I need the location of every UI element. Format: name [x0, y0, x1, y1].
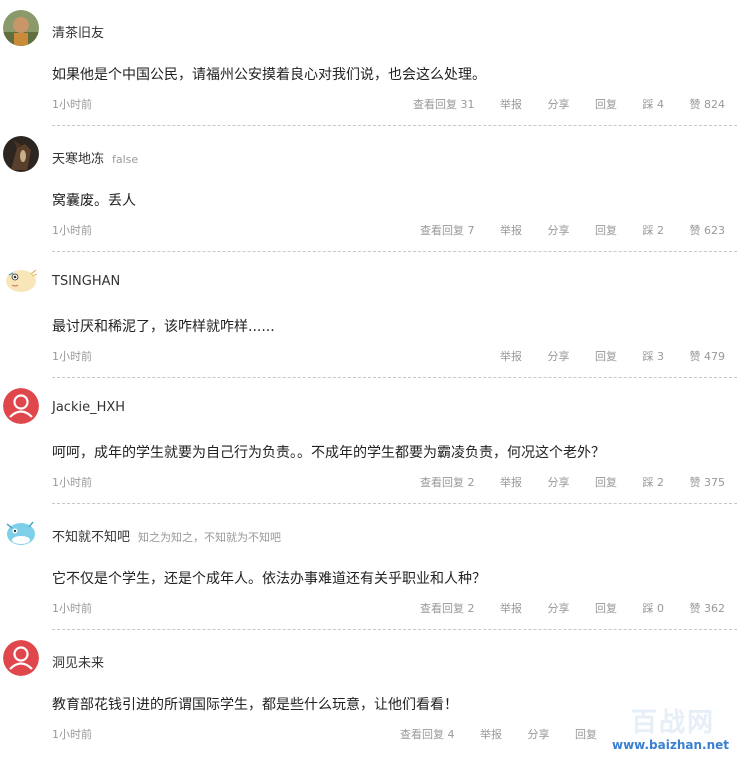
reply-link[interactable]: 回复 — [595, 96, 617, 112]
comment-text: 教育部花钱引进的所谓国际学生，都是些什么玩意，让他们看看！ — [52, 697, 458, 713]
view-replies-link[interactable]: 查看回复 31 — [413, 96, 475, 112]
comment-time: 1小时前 — [52, 728, 92, 741]
username-text[interactable]: 天寒地冻 — [52, 152, 104, 167]
comment-item: TSINGHAN 最讨厌和稀泥了，该咋样就咋样...... 1小时前 举报 分享… — [0, 252, 737, 378]
comment-text: 呵呵，成年的学生就要为自己行为负责。。不成年的学生都要为霸凌负责，何况这个老外？ — [52, 445, 605, 461]
comment-actions: 查看回复 2 举报 分享 回复 踩 0 赞 362 — [398, 600, 725, 616]
comment-text: 最讨厌和稀泥了，该咋样就咋样...... — [52, 319, 275, 335]
like-button[interactable]: 赞 623 — [690, 222, 726, 238]
comment-text: 窝囊废。丢人 — [52, 193, 136, 209]
username-text[interactable]: 洞见未来 — [52, 656, 104, 671]
dislike-button[interactable]: 踩 3 — [643, 348, 665, 364]
reply-link[interactable]: 回复 — [575, 726, 597, 742]
comment-time: 1小时前 — [52, 476, 92, 489]
comment-list: 清茶旧友 如果他是个中国公民，请福州公安摸着良心对我们说，也会这么处理。 1小时… — [0, 0, 737, 756]
comment-actions: 查看回复 31 举报 分享 回复 踩 4 赞 824 — [391, 96, 725, 112]
username[interactable]: TSINGHAN — [52, 274, 128, 289]
comment-time: 1小时前 — [52, 350, 92, 363]
username-text[interactable]: TSINGHAN — [52, 274, 120, 289]
comment-actions: 查看回复 7 举报 分享 回复 踩 2 赞 623 — [398, 222, 725, 238]
username-text[interactable]: 清茶旧友 — [52, 26, 104, 41]
dislike-button[interactable]: 踩 2 — [643, 474, 665, 490]
comment-item: 不知就不知吧 知之为知之，不知就为不知吧 它不仅是个学生，还是个成年人。依法办事难… — [0, 504, 737, 630]
report-link[interactable]: 举报 — [500, 474, 522, 490]
reply-link[interactable]: 回复 — [595, 600, 617, 616]
comment-item: Jackie_HXH 呵呵，成年的学生就要为自己行为负责。。不成年的学生都要为霸… — [0, 378, 737, 504]
like-button[interactable]: 赞 375 — [690, 474, 726, 490]
like-button[interactable]: 赞 362 — [690, 600, 726, 616]
report-link[interactable]: 举报 — [500, 600, 522, 616]
like-button[interactable]: 赞 479 — [690, 348, 726, 364]
watermark-url: www.baizhan.net — [612, 738, 729, 752]
username-text[interactable]: Jackie_HXH — [52, 400, 125, 415]
username[interactable]: 清茶旧友 — [52, 22, 112, 41]
elder-photo-avatar[interactable] — [3, 10, 39, 46]
view-replies-link[interactable]: 查看回复 2 — [420, 474, 475, 490]
dislike-button[interactable]: 踩 0 — [643, 600, 665, 616]
comment-time: 1小时前 — [52, 224, 92, 237]
comment-actions: 举报 分享 回复 踩 3 赞 479 — [478, 348, 725, 364]
username[interactable]: Jackie_HXH — [52, 400, 133, 415]
reply-link[interactable]: 回复 — [595, 222, 617, 238]
view-replies-link[interactable]: 查看回复 7 — [420, 222, 475, 238]
site-watermark: 百战网 www.baizhan.net — [609, 698, 729, 754]
comment-actions: 查看回复 2 举报 分享 回复 踩 2 赞 375 — [398, 474, 725, 490]
fish-cartoon-avatar[interactable] — [3, 514, 39, 550]
share-link[interactable]: 分享 — [548, 96, 570, 112]
view-replies-link[interactable]: 查看回复 2 — [420, 600, 475, 616]
reply-link[interactable]: 回复 — [595, 474, 617, 490]
pufferfish-avatar[interactable] — [3, 262, 39, 298]
comment-time: 1小时前 — [52, 98, 92, 111]
report-link[interactable]: 举报 — [500, 222, 522, 238]
like-button[interactable]: 赞 824 — [690, 96, 726, 112]
report-link[interactable]: 举报 — [500, 348, 522, 364]
comment-actions: 查看回复 4 举报 分享 回复 — [378, 726, 597, 742]
comment-text: 它不仅是个学生，还是个成年人。依法办事难道还有关乎职业和人种？ — [52, 571, 486, 587]
username-text[interactable]: 不知就不知吧 — [52, 530, 130, 545]
username[interactable]: 天寒地冻 false — [52, 148, 138, 167]
dislike-button[interactable]: 踩 2 — [643, 222, 665, 238]
comment-item: 天寒地冻 false 窝囊废。丢人 1小时前 查看回复 7 举报 分享 回复 踩 … — [0, 126, 737, 252]
reply-link[interactable]: 回复 — [595, 348, 617, 364]
report-link[interactable]: 举报 — [500, 96, 522, 112]
horse-photo-avatar[interactable] — [3, 136, 39, 172]
share-link[interactable]: 分享 — [548, 474, 570, 490]
watermark-logo-text: 百战网 — [630, 708, 715, 738]
dislike-button[interactable]: 踩 4 — [643, 96, 665, 112]
view-replies-link[interactable]: 查看回复 4 — [400, 726, 455, 742]
user-signature: 知之为知之，不知就为不知吧 — [138, 531, 282, 544]
comment-item: 清茶旧友 如果他是个中国公民，请福州公安摸着良心对我们说，也会这么处理。 1小时… — [0, 0, 737, 126]
share-link[interactable]: 分享 — [528, 726, 550, 742]
share-link[interactable]: 分享 — [548, 348, 570, 364]
report-link[interactable]: 举报 — [480, 726, 502, 742]
default-user-avatar[interactable] — [3, 388, 39, 424]
comment-time: 1小时前 — [52, 602, 92, 615]
share-link[interactable]: 分享 — [548, 222, 570, 238]
username[interactable]: 洞见未来 — [52, 652, 112, 671]
username[interactable]: 不知就不知吧 知之为知之，不知就为不知吧 — [52, 526, 281, 545]
default-user-avatar[interactable] — [3, 640, 39, 676]
comment-text: 如果他是个中国公民，请福州公安摸着良心对我们说，也会这么处理。 — [52, 67, 486, 83]
user-signature: false — [112, 153, 139, 166]
share-link[interactable]: 分享 — [548, 600, 570, 616]
